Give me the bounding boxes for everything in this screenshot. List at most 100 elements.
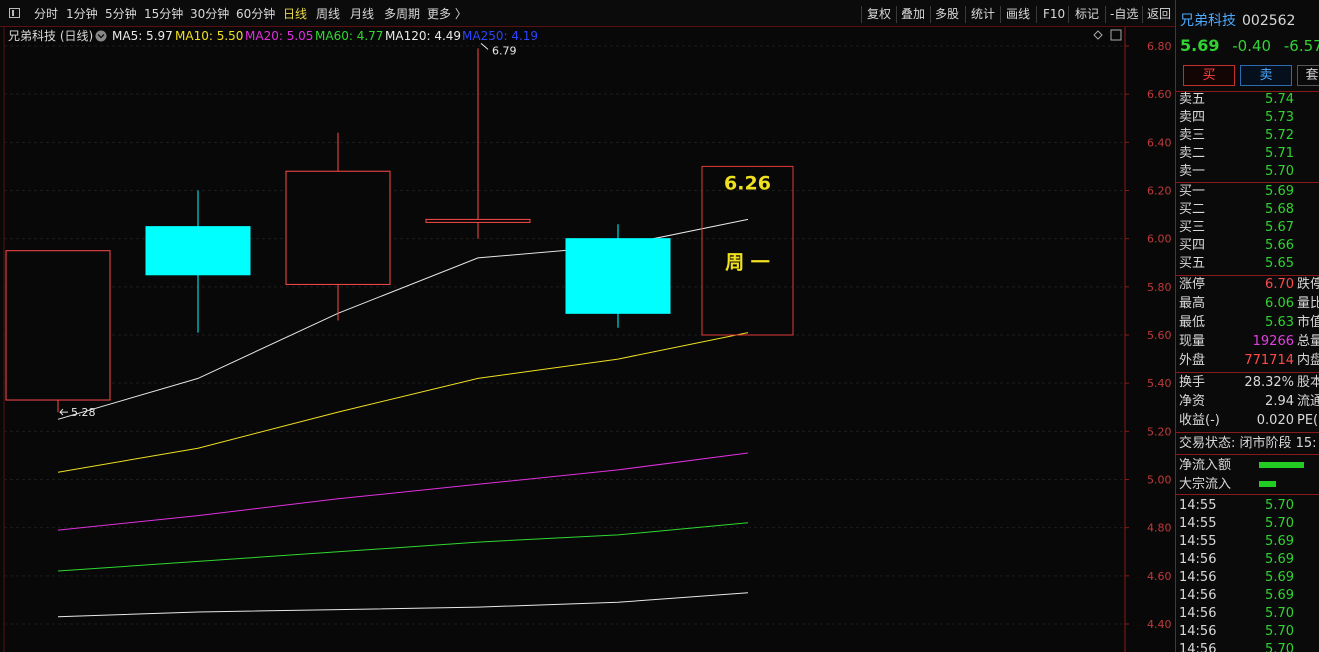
- sidebar-toggle-icon[interactable]: [9, 8, 20, 18]
- legend-ma60: MA60: 4.77: [315, 29, 383, 43]
- legend-dropdown-icon[interactable]: [95, 30, 107, 42]
- statistics-button[interactable]: 统计: [971, 0, 995, 27]
- stat-row: 净资 2.94流通: [1176, 393, 1319, 411]
- period-tab-5min[interactable]: 5分钟: [105, 0, 137, 27]
- tick-row-value: 5.70: [1265, 606, 1294, 621]
- tick-row-label: 14:55: [1179, 498, 1217, 513]
- period-tab-weekly[interactable]: 周线: [316, 0, 340, 27]
- period-tab-more[interactable]: 更多 〉: [427, 0, 467, 27]
- net-inflow-bar: [1259, 462, 1304, 468]
- stock-chart-app: 分时 1分钟 5分钟 15分钟 30分钟 60分钟 日线 周线 月线 多周期 更…: [0, 0, 1319, 652]
- low-price-label: 5.28: [71, 406, 96, 419]
- divider: [1176, 494, 1319, 495]
- stat-row-label: 外盘: [1179, 353, 1206, 368]
- candle: [145, 190, 251, 333]
- kline-chart-area[interactable]: 6.80 6.60 6.40 6.20 6.00 5.80 5.60 5.40 5.20 5.00…: [0, 27, 1175, 652]
- quote-title: 兄弟科技 002562: [1180, 10, 1295, 30]
- period-tab-1min[interactable]: 1分钟: [66, 0, 98, 27]
- restore-rights-button[interactable]: 复权: [867, 0, 891, 27]
- remove-watchlist-button[interactable]: -自选: [1110, 0, 1138, 27]
- draw-line-button[interactable]: 画线: [1006, 0, 1030, 27]
- toolbar-divider: [861, 6, 862, 23]
- f10-button[interactable]: F10: [1043, 0, 1065, 27]
- stat-row-label-2: 流通: [1297, 394, 1319, 409]
- ask-row-value: 5.74: [1265, 92, 1294, 107]
- legend-ma20: MA20: 5.05: [245, 29, 313, 43]
- net-inflow-label: 净流入额: [1179, 458, 1232, 473]
- candle-body: [5, 250, 111, 401]
- period-tab-fenshi[interactable]: 分时: [34, 0, 58, 27]
- trade-status: 交易状态: 闭市阶段 15:: [1176, 435, 1319, 453]
- stat-row-value: 0.020: [1256, 413, 1294, 428]
- ma-line-ma10: [57, 332, 749, 473]
- tick-row: 14:56 5.70: [1176, 641, 1319, 652]
- price-tick-label: 4.60: [1147, 570, 1172, 583]
- stat-row: 涨停 6.70跌停: [1176, 276, 1319, 294]
- candlesticks: [5, 48, 671, 413]
- tick-row-value: 5.69: [1265, 588, 1294, 603]
- tick-row: 14:56 5.69: [1176, 587, 1319, 605]
- flow-row-block: 大宗流入: [1176, 476, 1319, 494]
- bid-row-value: 5.66: [1265, 238, 1294, 253]
- bid-row-label: 买一: [1179, 184, 1206, 199]
- toolbar-divider: [965, 6, 966, 23]
- period-tab-30min[interactable]: 30分钟: [190, 0, 229, 27]
- stat-row-value: 6.06: [1265, 296, 1294, 311]
- chart-legend: 兄弟科技 (日线) MA5: 5.97 MA10: 5.50 MA20: 5.0…: [8, 29, 1122, 43]
- period-tab-multi[interactable]: 多周期: [384, 0, 420, 27]
- mark-button[interactable]: 标记: [1075, 0, 1099, 27]
- stat-row-label-2: PE(: [1297, 413, 1319, 428]
- legend-ma5: MA5: 5.97: [112, 29, 173, 43]
- price-change-pct: -6.57%: [1283, 37, 1319, 55]
- back-button[interactable]: 返回: [1147, 0, 1171, 27]
- price-tick-label: 5.60: [1147, 329, 1172, 342]
- ask-row: 卖四 5.73: [1176, 109, 1319, 127]
- high-price-label: 6.79: [492, 44, 517, 57]
- candle: [5, 250, 111, 413]
- bid-row-label: 买二: [1179, 202, 1206, 217]
- period-tab-60min[interactable]: 60分钟: [236, 0, 275, 27]
- stat-row-value: 2.94: [1265, 394, 1294, 409]
- quote-price-line: 5.69 -0.40 -6.57%: [1180, 36, 1319, 55]
- tick-row-label: 14:56: [1179, 570, 1217, 585]
- ask-row-label: 卖二: [1179, 146, 1206, 161]
- period-tab-daily[interactable]: 日线: [283, 0, 307, 27]
- stock-code: 002562: [1242, 13, 1296, 29]
- multi-stock-button[interactable]: 多股: [935, 0, 959, 27]
- ask-row: 卖三 5.72: [1176, 127, 1319, 145]
- stat-row-label: 净资: [1179, 394, 1206, 409]
- maximize-icon[interactable]: [1110, 29, 1122, 41]
- stat-row: 最低 5.63市值: [1176, 314, 1319, 332]
- quote-panel: 兄弟科技 002562 5.69 -0.40 -6.57% 买 卖 套 卖五 5.7…: [1175, 0, 1319, 652]
- ask-row-label: 卖一: [1179, 164, 1206, 179]
- tick-row-value: 5.70: [1265, 498, 1294, 513]
- more-trade-button[interactable]: 套: [1297, 65, 1319, 86]
- stat-row-label: 现量: [1179, 334, 1206, 349]
- diamond-icon[interactable]: [1093, 30, 1103, 40]
- stat-row-label-2: 股本: [1297, 375, 1319, 390]
- bid-row: 买三 5.67: [1176, 219, 1319, 237]
- buy-button[interactable]: 买: [1183, 65, 1235, 86]
- tick-row: 14:56 5.70: [1176, 605, 1319, 623]
- legend-ma250: MA250: 4.19: [462, 29, 538, 43]
- stock-name[interactable]: 兄弟科技: [1180, 13, 1236, 29]
- stat-row-label-2: 内盘: [1297, 353, 1319, 368]
- candle: [285, 132, 391, 321]
- ma-line-ma60: [57, 522, 749, 572]
- ask-row-value: 5.72: [1265, 128, 1294, 143]
- bid-row-value: 5.65: [1265, 256, 1294, 271]
- divider: [1176, 372, 1319, 373]
- sell-button[interactable]: 卖: [1240, 65, 1292, 86]
- period-tab-monthly[interactable]: 月线: [350, 0, 374, 27]
- stat-row-value: 5.63: [1265, 315, 1294, 330]
- stat-row-value: 28.32%: [1244, 375, 1294, 390]
- forecast-box: 6.26 周 一: [701, 165, 794, 336]
- toolbar-divider: [1068, 6, 1069, 23]
- period-tab-15min[interactable]: 15分钟: [144, 0, 183, 27]
- tick-row: 14:55 5.69: [1176, 533, 1319, 551]
- tick-row-label: 14:56: [1179, 606, 1217, 621]
- kline-chart[interactable]: 6.80 6.60 6.40 6.20 6.00 5.80 5.60 5.40 5.20 5.00…: [0, 27, 1175, 652]
- overlay-button[interactable]: 叠加: [901, 0, 925, 27]
- price-tick-label: 6.20: [1147, 185, 1172, 198]
- price-tick-label: 6.80: [1147, 40, 1172, 53]
